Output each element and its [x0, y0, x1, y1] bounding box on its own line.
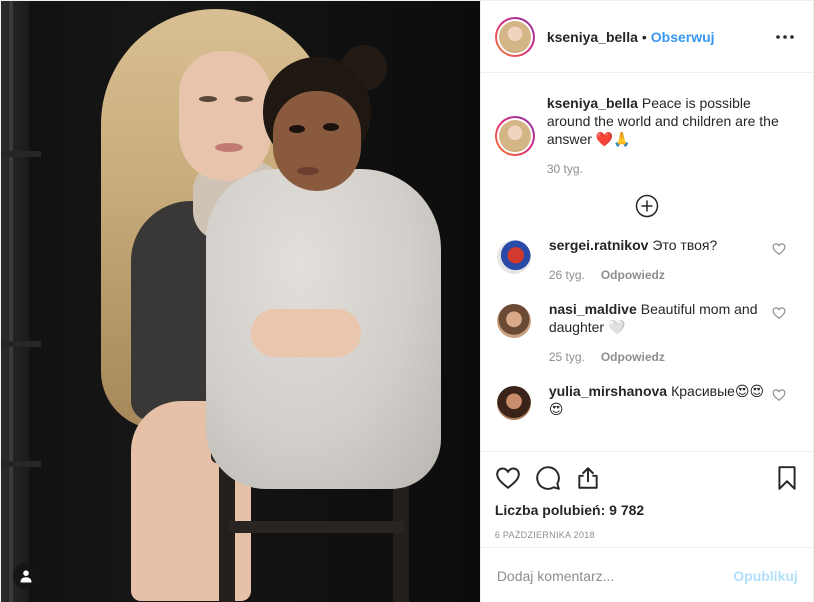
avatar-image — [498, 20, 531, 53]
comment-item: yulia_mirshanova Красивые😍😍😍 — [481, 382, 814, 430]
share-icon[interactable] — [575, 465, 601, 491]
header-text: kseniya_bella • Obserwuj — [547, 29, 715, 45]
instagram-post-modal: kseniya_bella • Obserwuj kseniya_bella Pe… — [0, 0, 814, 602]
reply-button[interactable]: Odpowiedz — [601, 266, 665, 284]
comment-icon[interactable] — [535, 465, 561, 491]
heart-icon[interactable] — [495, 465, 521, 491]
comment-time[interactable]: 25 tyg. — [549, 348, 585, 366]
comment-username[interactable]: nasi_maldive — [549, 301, 637, 317]
comment-meta: 26 tyg. Odpowiedz — [549, 266, 769, 284]
comment-item: sergei.ratnikov Это твоя? 26 tyg. Odpowie… — [481, 236, 814, 284]
heart-icon[interactable] — [772, 306, 786, 320]
avatar[interactable] — [496, 304, 531, 338]
door-rail — [1, 151, 41, 157]
comment-body: sergei.ratnikov Это твоя? 26 tyg. Odpowie… — [549, 236, 769, 284]
stool-rung — [229, 521, 404, 533]
woman-face — [179, 51, 271, 181]
child-eye — [289, 125, 305, 133]
woman-lips — [215, 143, 243, 152]
load-more-comments[interactable] — [481, 194, 814, 218]
child-face — [273, 91, 361, 191]
caption: kseniya_bella Peace is possible around th… — [481, 74, 814, 178]
bookmark-icon[interactable] — [774, 465, 800, 491]
comments-list[interactable]: kseniya_bella Peace is possible around th… — [481, 74, 814, 450]
woman-eye — [199, 96, 217, 102]
avatar[interactable] — [494, 116, 535, 156]
avatar[interactable] — [494, 16, 535, 57]
post-actions: Liczba polubień: 9 782 6 PAŹDZIERNIKA 20… — [480, 451, 814, 540]
follow-button[interactable]: Obserwuj — [651, 29, 715, 45]
avatar[interactable] — [496, 386, 531, 420]
door-rail — [1, 461, 41, 467]
comment-input[interactable] — [496, 567, 734, 584]
plus-circle-icon[interactable] — [635, 194, 659, 218]
avatar-image — [498, 120, 531, 152]
reply-button[interactable]: Odpowiedz — [601, 348, 665, 366]
comment-username[interactable]: sergei.ratnikov — [549, 237, 649, 253]
action-icons — [495, 462, 800, 494]
more-options-icon[interactable] — [773, 25, 797, 49]
separator-dot: • — [641, 28, 647, 45]
post-header: kseniya_bella • Obserwuj — [480, 1, 813, 73]
likes-count[interactable]: Liczba polubień: 9 782 — [495, 502, 800, 518]
caption-time[interactable]: 30 tyg. — [547, 160, 789, 178]
caption-username[interactable]: kseniya_bella — [547, 95, 638, 111]
comment-time[interactable]: 26 tyg. — [549, 266, 585, 284]
comment-body: nasi_maldive Beautiful mom and daughter 🤍… — [549, 300, 769, 366]
comment-meta: 25 tyg. Odpowiedz — [549, 348, 769, 366]
caption-body: kseniya_bella Peace is possible around th… — [547, 94, 789, 178]
woman-eye — [235, 96, 253, 102]
user-tag-icon[interactable] — [13, 563, 39, 589]
heart-icon[interactable] — [772, 388, 786, 402]
heart-icon[interactable] — [772, 242, 786, 256]
comment-username[interactable]: yulia_mirshanova — [549, 383, 667, 399]
door-frame — [1, 1, 29, 602]
author-username[interactable]: kseniya_bella — [547, 29, 638, 45]
comment-text: Это твоя? — [652, 237, 718, 253]
child-lips — [297, 167, 319, 175]
woman-hands — [251, 309, 361, 357]
door-rail — [1, 341, 41, 347]
add-comment-bar: Opublikuj — [480, 547, 814, 602]
comment-body: yulia_mirshanova Красивые😍😍😍 — [549, 382, 769, 430]
comment-item: nasi_maldive Beautiful mom and daughter 🤍… — [481, 300, 814, 366]
publish-button[interactable]: Opublikuj — [733, 568, 798, 584]
child-eye — [323, 123, 339, 131]
avatar[interactable] — [496, 240, 531, 274]
post-side-panel: kseniya_bella • Obserwuj kseniya_bella Pe… — [479, 1, 814, 602]
post-photo[interactable] — [1, 1, 480, 602]
post-date[interactable]: 6 PAŹDZIERNIKA 2018 — [495, 530, 800, 540]
